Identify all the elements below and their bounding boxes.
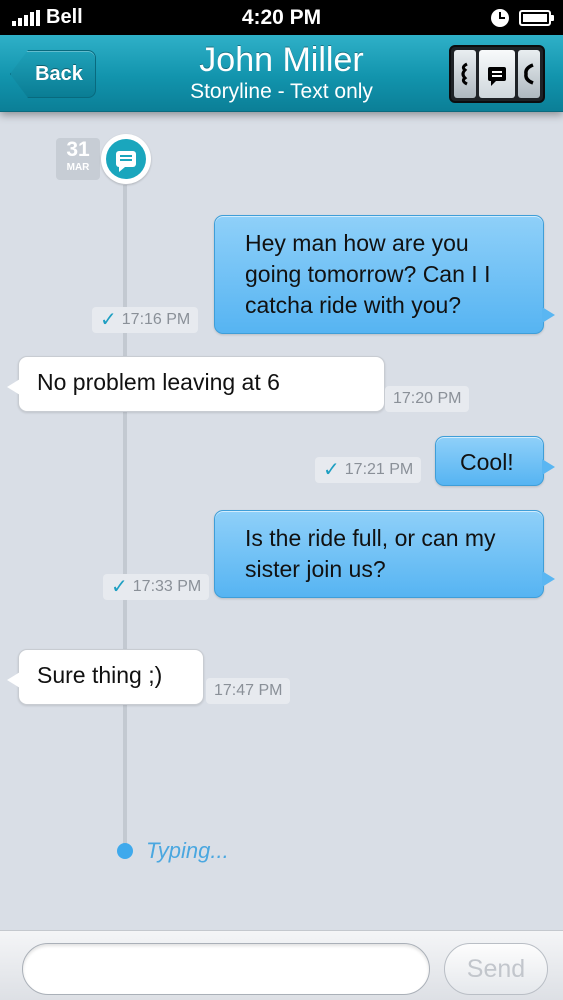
timestamp-label: 17:33 PM [132, 578, 202, 595]
contact-name: John Miller [199, 41, 364, 79]
signal-icon [12, 9, 40, 26]
typing-label: Typing... [146, 838, 229, 863]
message-timestamp: 17:20 PM [385, 386, 470, 412]
date-month: MAR [66, 162, 90, 173]
timestamp-label: 17:16 PM [121, 311, 191, 328]
date-badge: 31 MAR [56, 138, 100, 180]
battery-icon [519, 9, 554, 26]
message-icon[interactable] [479, 50, 515, 98]
message-timestamp: 17:47 PM [206, 678, 291, 704]
check-icon: ✓ [100, 309, 117, 331]
mode-switch[interactable] [449, 45, 545, 103]
message-bubble-outgoing[interactable]: Is the ride full, or can my sister join … [214, 510, 555, 598]
status-bar: Bell 4:20 PM [0, 0, 563, 35]
typing-indicator: Typing... [117, 838, 229, 864]
check-icon: ✓ [111, 576, 128, 598]
message-bubble-outgoing[interactable]: Hey man how are you going tomorrow? Can … [214, 215, 555, 334]
timestamp-label: 17:47 PM [214, 682, 283, 699]
status-right [491, 8, 554, 27]
message-timestamp: ✓ 17:21 PM [315, 457, 422, 483]
timestamp-label: 17:21 PM [344, 461, 414, 478]
nav-bar: Back John Miller Storyline - Text only [0, 35, 563, 112]
nav-title: John Miller Storyline - Text only [120, 40, 443, 104]
clock-icon [491, 8, 509, 27]
message-bubble-outgoing[interactable]: Cool! [435, 436, 555, 486]
message-timestamp: ✓ 17:16 PM [92, 307, 199, 333]
status-left: Bell [12, 6, 83, 29]
message-timestamp: ✓ 17:33 PM [103, 574, 210, 600]
check-icon: ✓ [323, 459, 340, 481]
status-time: 4:20 PM [241, 5, 322, 29]
phone-icon[interactable] [517, 50, 540, 98]
composer-bar: Send [0, 930, 563, 1000]
message-bubble-incoming[interactable]: No problem leaving at 6 [7, 356, 385, 412]
message-input[interactable] [22, 943, 430, 995]
chat-bubble-icon [101, 134, 151, 184]
date-day: 31 [66, 138, 90, 161]
message-bubble-incoming[interactable]: Sure thing ;) [7, 649, 204, 705]
left-mode-icon[interactable] [454, 50, 477, 98]
timestamp-label: 17:20 PM [393, 390, 462, 407]
back-button[interactable]: Back [10, 50, 96, 98]
send-button[interactable]: Send [444, 943, 548, 995]
timeline-line [123, 185, 127, 845]
carrier-label: Bell [46, 6, 83, 28]
typing-dot-icon [117, 843, 133, 859]
nav-subtitle: Storyline - Text only [190, 80, 373, 103]
